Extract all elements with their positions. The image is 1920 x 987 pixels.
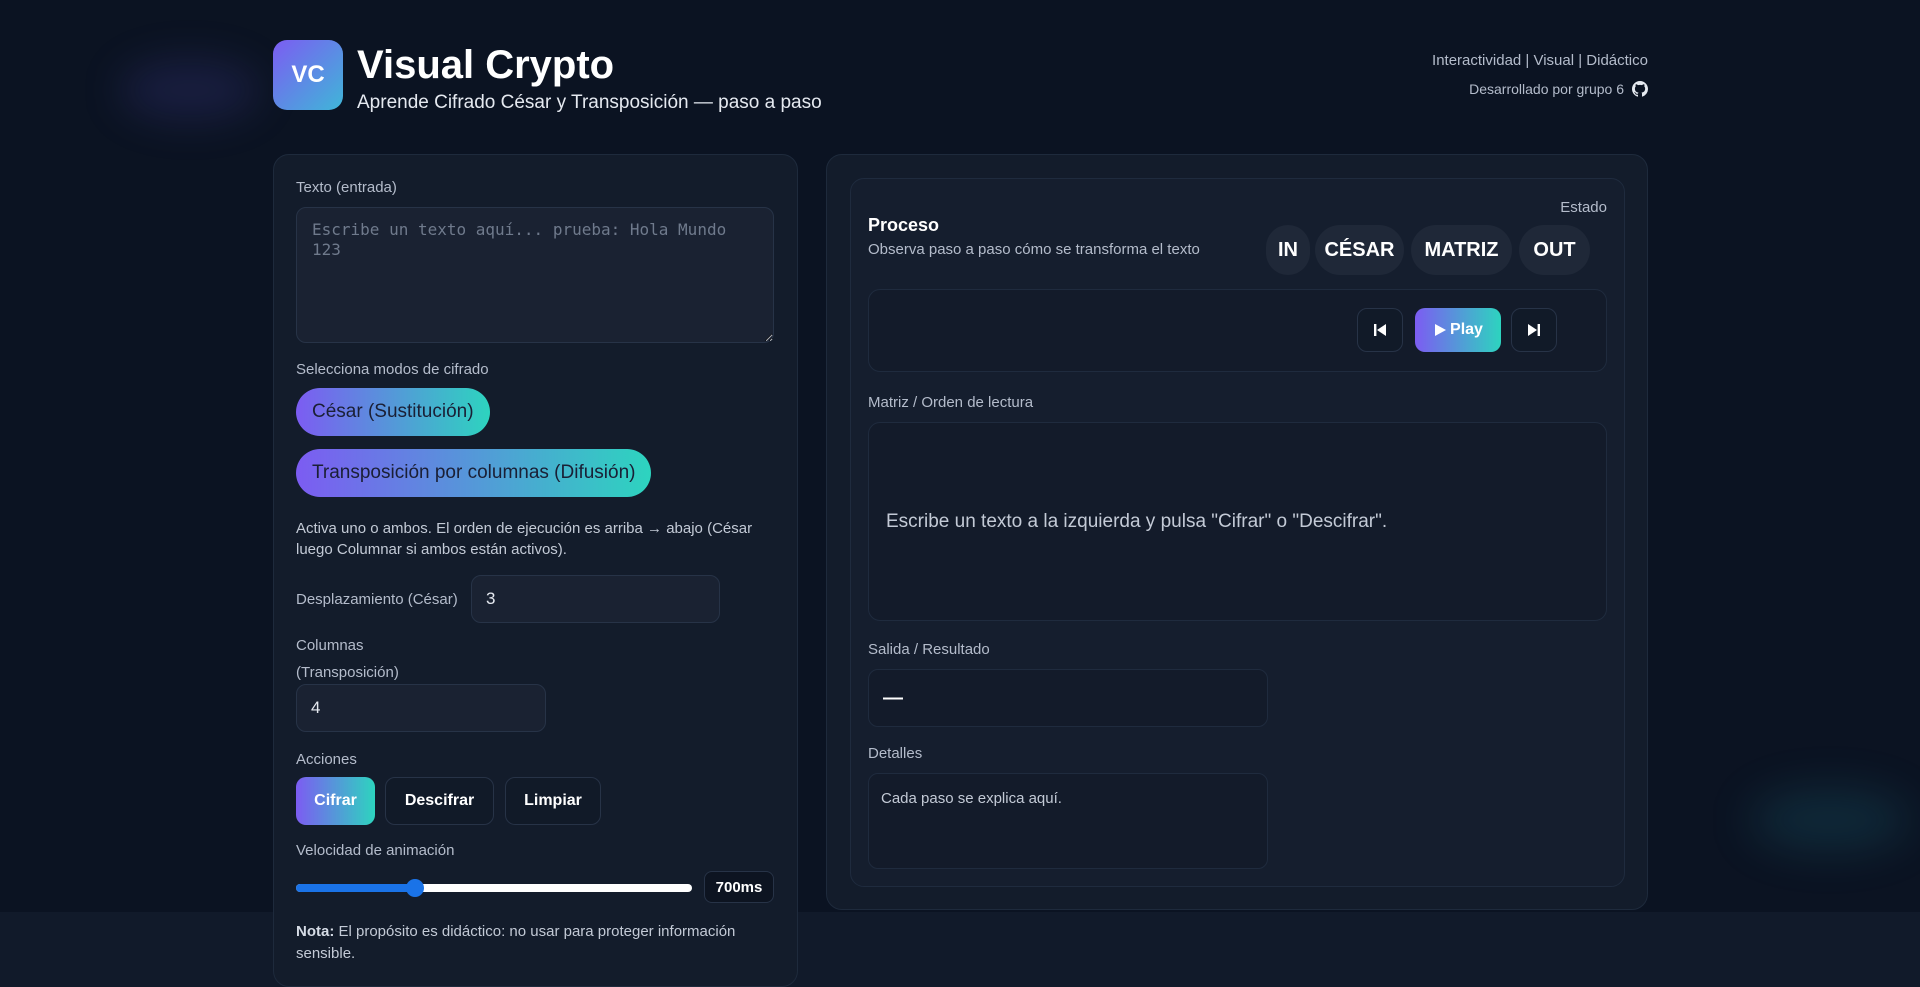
speed-label: Velocidad de animación: [296, 842, 455, 859]
app-title: Visual Crypto: [357, 43, 615, 87]
matrix-message: Escribe un texto a la izquierda y pulsa …: [886, 510, 1388, 532]
columns-label-sub: (Transposición): [296, 664, 399, 681]
matrix-area: Escribe un texto a la izquierda y pulsa …: [868, 422, 1607, 621]
text-input[interactable]: [296, 207, 774, 343]
output-label: Salida / Resultado: [868, 641, 990, 658]
play-label: Play: [1450, 321, 1483, 338]
process-panel: Proceso Observa paso a paso cómo se tran…: [826, 154, 1648, 910]
shift-label: Desplazamiento (César): [296, 591, 458, 608]
stage-out: OUT: [1519, 225, 1590, 275]
output-box: —: [868, 669, 1268, 727]
details-label: Detalles: [868, 745, 923, 762]
input-panel: Texto (entrada) Selecciona modos de cifr…: [273, 154, 798, 987]
disclaimer-note: Nota: El propósito es didáctico: no usar…: [296, 921, 776, 965]
details-box: Cada paso se explica aquí.: [868, 773, 1268, 869]
details-text: Cada paso se explica aquí.: [881, 790, 1062, 807]
note-bold: Nota:: [296, 923, 335, 940]
matrix-label: Matriz / Orden de lectura: [868, 394, 1034, 411]
skip-forward-icon: [1528, 324, 1540, 336]
modes-help-text: Activa uno o ambos. El orden de ejecució…: [296, 520, 753, 558]
process-title: Proceso: [868, 215, 940, 235]
columns-label: Columnas: [296, 637, 364, 654]
stage-caesar: CÉSAR: [1315, 225, 1404, 275]
header-credit: Desarrollado por grupo 6: [1469, 81, 1648, 97]
play-button[interactable]: Play: [1415, 308, 1501, 352]
columns-input[interactable]: [296, 684, 546, 732]
credit-text: Desarrollado por grupo 6: [1469, 81, 1624, 97]
decrypt-button[interactable]: Descifrar: [385, 777, 494, 825]
caesar-mode-toggle[interactable]: César (Sustitución): [296, 388, 490, 436]
next-step-button[interactable]: [1511, 308, 1557, 352]
output-value: —: [883, 686, 903, 709]
shift-input[interactable]: [471, 575, 720, 623]
stage-in: IN: [1266, 225, 1310, 275]
clear-button[interactable]: Limpiar: [505, 777, 601, 825]
actions-label: Acciones: [296, 751, 357, 768]
speed-slider[interactable]: [296, 879, 692, 897]
note-text: El propósito es didáctico: no usar para …: [296, 923, 736, 962]
speed-slider-thumb[interactable]: [405, 879, 424, 897]
app-header: VC Visual Crypto Aprende Cifrado César y…: [273, 40, 1648, 120]
speed-slider-fill: [296, 884, 415, 892]
skip-back-icon: [1374, 324, 1386, 336]
stage-matrix: MATRIZ: [1411, 225, 1512, 275]
transposition-mode-toggle[interactable]: Transposición por columnas (Difusión): [296, 449, 652, 497]
header-tags: Interactividad | Visual | Didáctico: [1432, 52, 1648, 69]
status-label: Estado: [1560, 199, 1607, 216]
encrypt-button[interactable]: Cifrar: [296, 777, 375, 825]
speed-value: 700ms: [704, 871, 774, 903]
modes-label: Selecciona modos de cifrado: [296, 361, 489, 378]
previous-step-button[interactable]: [1357, 308, 1403, 352]
background-glow: [120, 60, 260, 120]
playback-controls: Play: [868, 289, 1607, 372]
app-logo: VC: [273, 40, 343, 110]
input-label: Texto (entrada): [296, 179, 397, 196]
process-card: Proceso Observa paso a paso cómo se tran…: [850, 178, 1625, 887]
background-glow: [1750, 790, 1910, 850]
process-subtitle: Observa paso a paso cómo se transforma e…: [868, 241, 1200, 258]
app-subtitle: Aprende Cifrado César y Transposición — …: [357, 92, 822, 113]
play-icon: [1435, 324, 1447, 336]
github-icon[interactable]: [1632, 81, 1648, 97]
